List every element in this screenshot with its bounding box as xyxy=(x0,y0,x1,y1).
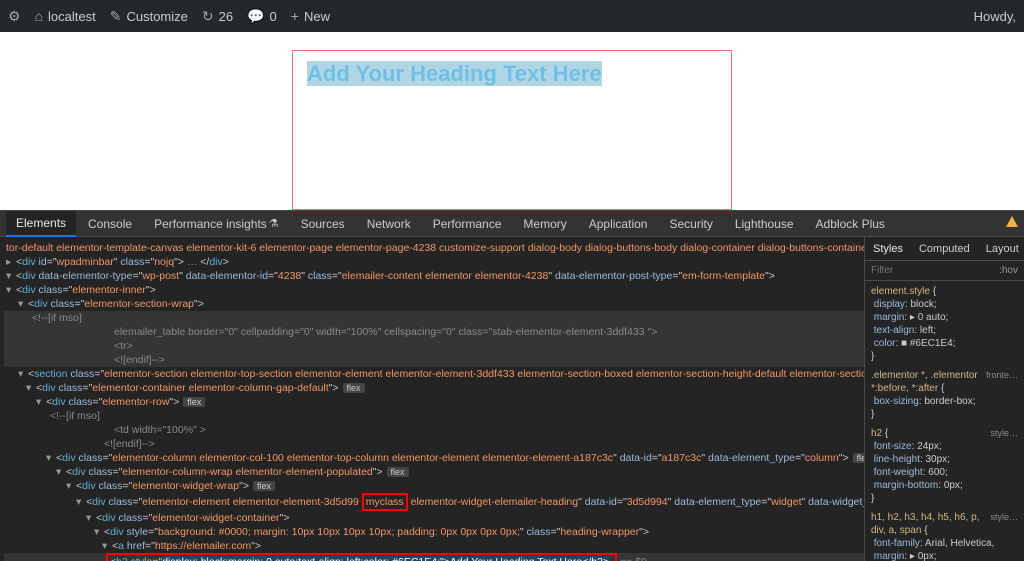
tab-application[interactable]: Application xyxy=(579,211,658,237)
dom-h2-row[interactable]: <h2 style="display: block;margin: 0 auto… xyxy=(4,553,864,561)
devtools-tabs: Elements Console Performance insights⚗ S… xyxy=(0,211,1024,237)
devtools-body: tor-default elementor-template-canvas el… xyxy=(0,237,1024,561)
styles-filter-input[interactable] xyxy=(871,265,931,276)
dom-row[interactable]: ▾<a href="https://elemailer.com"> xyxy=(4,539,864,553)
brush-icon: ✎ xyxy=(110,8,122,25)
elements-panel[interactable]: tor-default elementor-template-canvas el… xyxy=(0,237,864,561)
tab-perf-insights[interactable]: Performance insights⚗ xyxy=(144,211,289,237)
home-icon: ⌂ xyxy=(35,8,43,24)
dom-row[interactable]: ▾<div style="background: #0000; margin: … xyxy=(4,525,864,539)
new-label: New xyxy=(304,9,330,24)
dom-row[interactable]: <![endif]--> xyxy=(4,353,864,367)
tab-performance[interactable]: Performance xyxy=(423,211,512,237)
devtools: Elements Console Performance insights⚗ S… xyxy=(0,210,1024,561)
updates-count: 26 xyxy=(219,9,233,24)
tab-console[interactable]: Console xyxy=(78,211,142,237)
wp-bar-left: ⚙ ⌂localtest ✎Customize ↻26 💬0 +New xyxy=(8,8,330,25)
tab-sources[interactable]: Sources xyxy=(291,211,355,237)
wp-logo-item[interactable]: ⚙ xyxy=(8,8,21,25)
tab-adblock[interactable]: Adblock Plus xyxy=(806,211,895,237)
dom-row[interactable]: ▾<section class="elementor-section eleme… xyxy=(4,367,864,381)
rule-h2[interactable]: style…h2 { font-size: 24px; line-height:… xyxy=(871,427,1018,505)
customize-label: Customize xyxy=(126,9,187,24)
comment-icon: 💬 xyxy=(247,8,264,25)
site-name: localtest xyxy=(48,9,96,24)
wp-admin-bar: ⚙ ⌂localtest ✎Customize ↻26 💬0 +New Howd… xyxy=(0,0,1024,32)
rule-headings[interactable]: style…h1, h2, h3, h4, h5, h6, p, div, a,… xyxy=(871,511,1018,561)
tab-lighthouse[interactable]: Lighthouse xyxy=(725,211,804,237)
dom-row[interactable]: elemailer_table border="0" cellpadding="… xyxy=(4,325,864,339)
dom-row[interactable]: ▸<div id="wpadminbar" class="nojq"> … </… xyxy=(4,255,864,269)
refresh-icon: ↻ xyxy=(202,8,214,25)
heading-text: Add Your Heading Text Here xyxy=(307,61,602,86)
dom-row[interactable]: <![endif]--> xyxy=(4,437,864,451)
sp-tab-computed[interactable]: Computed xyxy=(911,243,978,255)
dom-row[interactable]: ▾<div data-elementor-type="wp-post" data… xyxy=(4,269,864,283)
wordpress-icon: ⚙ xyxy=(8,8,21,25)
dom-row[interactable]: ▾<div class="elementor-column elementor-… xyxy=(4,451,864,465)
dom-row[interactable]: ▾<div class="elementor-container element… xyxy=(4,381,864,395)
styles-panel: Styles Computed Layout Event :hov elemen… xyxy=(864,237,1024,561)
dom-row[interactable]: <!--[if mso] xyxy=(4,311,864,325)
dom-row[interactable]: <td width="100%" > xyxy=(4,423,864,437)
comments-item[interactable]: 💬0 xyxy=(247,8,277,25)
tab-elements[interactable]: Elements xyxy=(6,211,76,237)
comments-count: 0 xyxy=(270,9,277,24)
dom-row[interactable]: ▾<div class="elementor-row">flex xyxy=(4,395,864,409)
hov-toggle[interactable]: :hov xyxy=(999,265,1018,276)
howdy[interactable]: Howdy, xyxy=(974,9,1016,24)
new-item[interactable]: + New xyxy=(291,8,330,24)
tab-security[interactable]: Security xyxy=(659,211,722,237)
styles-filter-row: :hov xyxy=(865,261,1024,281)
page-canvas: Add Your Heading Text Here xyxy=(0,32,1024,210)
howdy-label: Howdy, xyxy=(974,9,1016,24)
flask-icon: ⚗ xyxy=(269,217,279,230)
site-name-item[interactable]: ⌂ localtest xyxy=(35,8,96,24)
warning-icon[interactable] xyxy=(1006,216,1018,227)
styles-rules[interactable]: element.style { display: block; margin: … xyxy=(865,281,1024,561)
customize-item[interactable]: ✎ Customize xyxy=(110,8,188,25)
rule-element-style[interactable]: element.style { display: block; margin: … xyxy=(871,285,1018,363)
dom-row[interactable]: ▾<div class="elementor-section-wrap"> xyxy=(4,297,864,311)
dom-row[interactable]: tor-default elementor-template-canvas el… xyxy=(4,241,864,255)
heading-h2: Add Your Heading Text Here xyxy=(307,61,717,87)
updates-item[interactable]: ↻ 26 xyxy=(202,8,233,25)
rule-elementor[interactable]: fronte….elementor *, .elementor *:before… xyxy=(871,369,1018,421)
dom-row[interactable]: ▾<div class="elementor-element elementor… xyxy=(4,493,864,511)
tab-memory[interactable]: Memory xyxy=(513,211,576,237)
tab-network[interactable]: Network xyxy=(357,211,421,237)
dom-row[interactable]: ▾<div class="elementor-inner"> xyxy=(4,283,864,297)
dom-row[interactable]: <tr> xyxy=(4,339,864,353)
sp-tab-styles[interactable]: Styles xyxy=(865,243,911,255)
styles-tabs: Styles Computed Layout Event xyxy=(865,237,1024,261)
dom-row[interactable]: ▾<div class="elementor-widget-container"… xyxy=(4,511,864,525)
dom-row[interactable]: <!--[if mso] xyxy=(4,409,864,423)
sp-tab-layout[interactable]: Layout xyxy=(978,243,1024,255)
dom-row[interactable]: ▾<div class="elementor-column-wrap eleme… xyxy=(4,465,864,479)
plus-icon: + xyxy=(291,8,299,24)
dom-row[interactable]: ▾<div class="elementor-widget-wrap">flex xyxy=(4,479,864,493)
heading-widget[interactable]: Add Your Heading Text Here xyxy=(292,50,732,210)
